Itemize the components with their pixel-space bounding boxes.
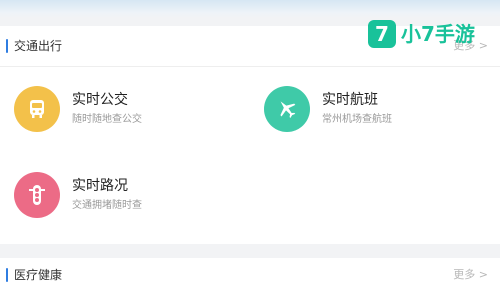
realtime-flight-title: 实时航班 [322,92,378,108]
section-accent-bar [6,268,8,282]
brand-logo-icon: 7 [368,20,396,48]
realtime-flight-subtitle: 常州机场查航班 [322,114,392,125]
traffic-light-icon [14,172,60,218]
realtime-bus-title: 实时公交 [72,92,128,108]
brand-logo-glyph: 7 [375,22,389,46]
airplane-icon [264,86,310,132]
top-banner-strip [0,0,500,18]
brand-text: 小7手游 [401,22,475,46]
bus-icon [14,86,60,132]
realtime-traffic-subtitle: 交通拥堵随时查 [72,200,142,211]
transport-section-title: 交通出行 [14,39,63,53]
section-accent-bar [6,39,8,53]
medical-section: 医疗健康 更多 > [0,258,500,288]
realtime-flight-tile[interactable]: 实时航班 常州机场查航班 [264,86,494,146]
realtime-traffic-tile[interactable]: 实时路况 交通拥堵随时查 [14,172,244,232]
realtime-bus-subtitle: 随时随地查公交 [72,114,142,125]
realtime-bus-tile[interactable]: 实时公交 随时随地查公交 [14,86,244,146]
realtime-traffic-title: 实时路况 [72,178,128,194]
medical-section-title: 医疗健康 [14,268,63,282]
transport-section: 交通出行 更多 > 实时公交 随时随地查公交 实时航班 常州机场查航班 实时路况… [0,26,500,244]
